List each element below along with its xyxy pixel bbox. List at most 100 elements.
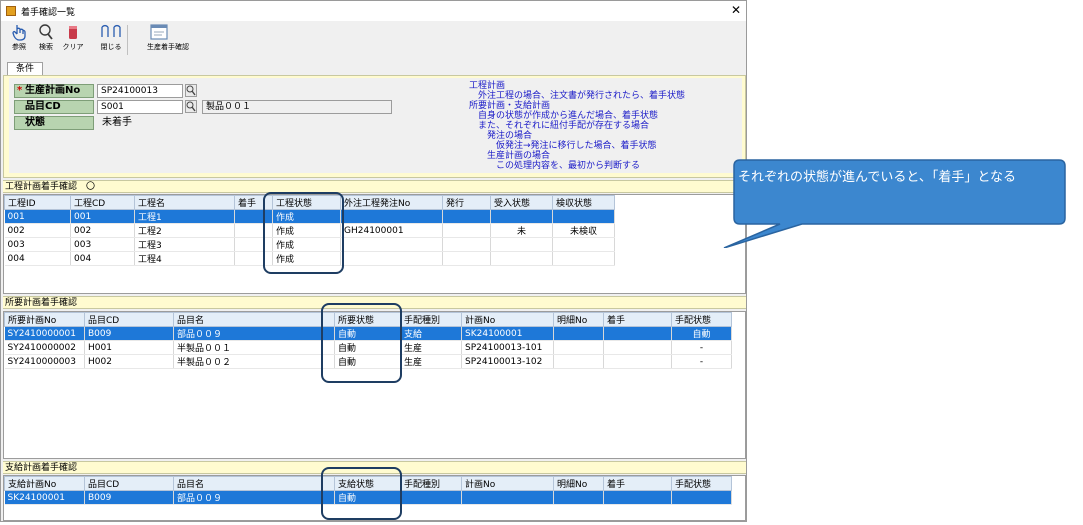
table-cell: - [671, 354, 732, 369]
tab-strip: 条件 [3, 61, 746, 76]
process-grid[interactable]: 工程ID 工程CD 工程名 着手 工程状態 外注工程発注No 発行 受入状態 検収状態 001 0… [3, 194, 746, 294]
table-cell: GH24100001 [340, 223, 443, 238]
column-header[interactable]: 品目名 [173, 476, 335, 491]
column-header[interactable]: 品目名 [173, 312, 335, 327]
column-header[interactable]: 着手 [603, 312, 672, 327]
close-button[interactable]: 閉じる [99, 23, 123, 57]
table-cell [400, 490, 462, 505]
table-cell [552, 209, 615, 224]
note-line: この処理内容を、最初から判断する [469, 161, 641, 171]
close-window-button[interactable]: ✕ [727, 2, 745, 19]
hand-icon [12, 25, 26, 41]
column-header[interactable]: 明細No [553, 312, 604, 327]
plan-no-input[interactable]: SP24100013 [97, 84, 183, 98]
table-cell: 未 [490, 223, 553, 238]
column-header[interactable]: 発行 [442, 195, 491, 210]
column-header[interactable]: 着手 [603, 476, 672, 491]
column-header[interactable]: 工程名 [134, 195, 235, 210]
search-label: 検索 [39, 43, 53, 51]
column-header[interactable]: 所要計画No [4, 312, 85, 327]
process-section-header: 工程計画着手確認 〇 [3, 180, 746, 193]
column-header[interactable]: 支給計画No [4, 476, 85, 491]
table-cell: 支給 [400, 326, 462, 341]
column-header[interactable]: 品目CD [84, 312, 174, 327]
item-cd-label: 品目CD [14, 100, 94, 114]
table-cell: B009 [84, 490, 174, 505]
note-line: 自身の状態が作成から進んだ場合、着手状態 [469, 111, 659, 121]
table-cell: 工程3 [134, 237, 235, 252]
requirement-status-highlight [321, 303, 402, 383]
table-cell: 半製品００１ [173, 340, 335, 355]
ref-button[interactable]: 参照 [7, 23, 31, 57]
item-cd-label-text: 品目CD [25, 101, 61, 112]
note-line: 所要計画・支給計画 [469, 101, 551, 111]
close-label: 閉じる [100, 43, 122, 51]
table-cell [553, 340, 604, 355]
column-header[interactable]: 手配種別 [400, 476, 462, 491]
ref-label: 参照 [12, 43, 26, 51]
column-header[interactable]: 受入状態 [490, 195, 553, 210]
prod-confirm-label: 生産着手確認 [147, 43, 189, 51]
prod-confirm-button[interactable]: 生産着手確認 [147, 23, 189, 57]
item-cd-input[interactable]: S001 [97, 100, 183, 114]
table-cell [340, 209, 443, 224]
column-header[interactable]: 外注工程発注No [340, 195, 443, 210]
column-header[interactable]: 計画No [461, 476, 554, 491]
table-cell: H002 [84, 354, 174, 369]
eraser-icon [69, 26, 77, 39]
status-label-text: 状態 [25, 117, 45, 128]
door-icon [101, 24, 121, 37]
tab-conditions[interactable]: 条件 [7, 62, 43, 76]
table-cell [603, 340, 672, 355]
table-cell: B009 [84, 326, 174, 341]
column-header[interactable]: 計画No [461, 312, 554, 327]
column-header[interactable]: 手配状態 [671, 312, 732, 327]
table-cell [671, 490, 732, 505]
table-cell: 工程2 [134, 223, 235, 238]
column-header[interactable]: 品目CD [84, 476, 174, 491]
window-title: 着手確認一覧 [21, 8, 76, 18]
table-cell: SY2410000001 [4, 326, 85, 341]
table-cell: 004 [70, 251, 135, 266]
search-icon [186, 85, 196, 96]
column-header[interactable]: 手配種別 [400, 312, 462, 327]
title-bar: 着手確認一覧 ✕ [1, 1, 746, 21]
item-cd-search-button[interactable] [185, 100, 197, 113]
note-line: 外注工程の場合、注文書が発行されたら、着手状態 [469, 91, 686, 101]
table-cell [442, 209, 491, 224]
clear-button[interactable]: クリア [61, 23, 85, 57]
table-cell: SP24100013-102 [461, 354, 554, 369]
process-status-highlight [263, 192, 344, 274]
table-cell [490, 209, 553, 224]
note-line: 発注の場合 [469, 131, 533, 141]
table-cell [603, 326, 672, 341]
table-cell [553, 354, 604, 369]
table-cell: 003 [70, 237, 135, 252]
search-icon [186, 101, 196, 112]
table-cell: 半製品００２ [173, 354, 335, 369]
column-header[interactable]: 工程ID [4, 195, 71, 210]
table-cell: H001 [84, 340, 174, 355]
table-cell: 001 [4, 209, 71, 224]
search-button[interactable]: 検索 [34, 23, 58, 57]
table-cell: 生産 [400, 354, 462, 369]
table-cell [340, 251, 443, 266]
table-cell: SP24100013-101 [461, 340, 554, 355]
table-cell: 004 [4, 251, 71, 266]
column-header[interactable]: 工程CD [70, 195, 135, 210]
table-cell [603, 354, 672, 369]
table-cell: 生産 [400, 340, 462, 355]
app-icon [6, 6, 16, 16]
table-cell [553, 326, 604, 341]
table-cell: 未検収 [552, 223, 615, 238]
column-header[interactable]: 検収状態 [552, 195, 615, 210]
column-header[interactable]: 明細No [553, 476, 604, 491]
table-cell: 003 [4, 237, 71, 252]
plan-no-search-button[interactable] [185, 84, 197, 97]
table-cell: 部品００９ [173, 326, 335, 341]
column-header[interactable]: 手配状態 [671, 476, 732, 491]
table-cell [603, 490, 672, 505]
note-line: 生産計画の場合 [469, 151, 551, 161]
callout-text: それぞれの状態が進んでいると、「着手」となる [738, 170, 1016, 185]
table-cell: 002 [4, 223, 71, 238]
